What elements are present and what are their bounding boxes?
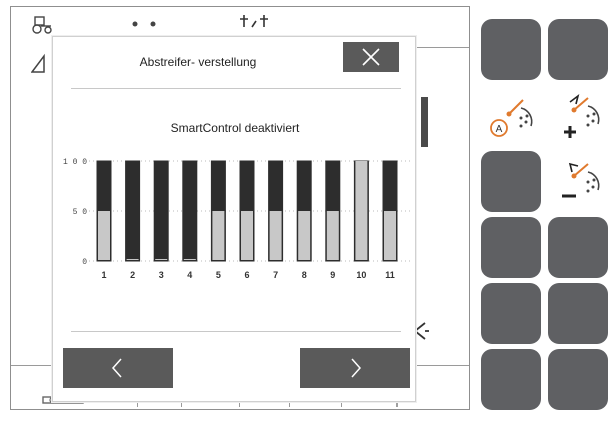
scraper-adjustment-dialog: Abstreifer- verstellung SmartControl dea… <box>52 36 428 402</box>
y-tick-label: 1 0 0 <box>63 158 87 167</box>
x-tick-label: 1 <box>101 270 106 280</box>
x-tick-label: 5 <box>216 270 221 280</box>
x-tick-label: 8 <box>302 270 307 280</box>
svg-text:A: A <box>496 124 503 135</box>
scraper-auto-button[interactable]: A <box>481 85 541 146</box>
softkey-10[interactable] <box>548 283 608 344</box>
softkey-12[interactable] <box>548 349 608 410</box>
scraper-plus-icon <box>564 93 600 138</box>
background-triangle-icon <box>31 53 45 73</box>
bar <box>384 211 396 260</box>
scrollbar-thumb[interactable] <box>421 97 428 147</box>
x-tick-label: 4 <box>187 270 192 280</box>
bar <box>355 161 368 260</box>
close-button[interactable] <box>343 42 399 72</box>
softkey-9[interactable] <box>481 283 541 344</box>
softkey-2[interactable] <box>548 19 608 80</box>
chevron-left-icon <box>111 358 122 378</box>
previous-button[interactable] <box>63 348 173 388</box>
scraper-decrease-button[interactable] <box>548 151 608 212</box>
background-indicator-icon <box>132 21 156 27</box>
bar <box>183 259 196 260</box>
bar <box>298 211 311 260</box>
close-icon <box>362 48 380 66</box>
divider <box>71 331 401 332</box>
y-tick-label: 0 <box>82 258 87 267</box>
scraper-minus-icon <box>562 162 600 197</box>
scraper-increase-button[interactable] <box>548 85 608 146</box>
x-tick-label: 2 <box>130 270 135 280</box>
bar-background <box>153 160 169 262</box>
chevron-right-icon <box>351 358 362 378</box>
bar <box>212 211 225 260</box>
bar <box>126 259 139 260</box>
crop-icon <box>240 15 268 28</box>
x-tick-label: 6 <box>244 270 249 280</box>
bar <box>241 211 253 260</box>
bar-background <box>182 160 198 262</box>
x-tick-label: 3 <box>159 270 164 280</box>
softkey-7[interactable] <box>481 217 541 278</box>
softkey-11[interactable] <box>481 349 541 410</box>
scraper-auto-icon: A <box>490 98 533 137</box>
softkey-5[interactable] <box>481 151 541 212</box>
scraper-chart: 1 0 05 00 123456789101112 <box>63 158 411 280</box>
softkey-1[interactable] <box>481 19 541 80</box>
x-tick-label: 11 <box>385 270 395 280</box>
bar <box>326 211 339 260</box>
smartcontrol-status: SmartControl deaktiviert <box>170 121 300 135</box>
next-button[interactable] <box>300 348 410 388</box>
tractor-icon <box>32 16 52 34</box>
x-tick-label: 7 <box>273 270 278 280</box>
dialog-title: Abstreifer- verstellung <box>139 55 257 69</box>
divider <box>71 88 401 89</box>
bar <box>269 211 282 260</box>
y-tick-label: 5 0 <box>73 208 88 217</box>
x-tick-label: 10 <box>356 270 366 280</box>
x-tick-label: 9 <box>330 270 335 280</box>
bar <box>155 259 168 260</box>
bar <box>98 211 110 260</box>
bar-background <box>125 160 141 262</box>
softkey-8[interactable] <box>548 217 608 278</box>
